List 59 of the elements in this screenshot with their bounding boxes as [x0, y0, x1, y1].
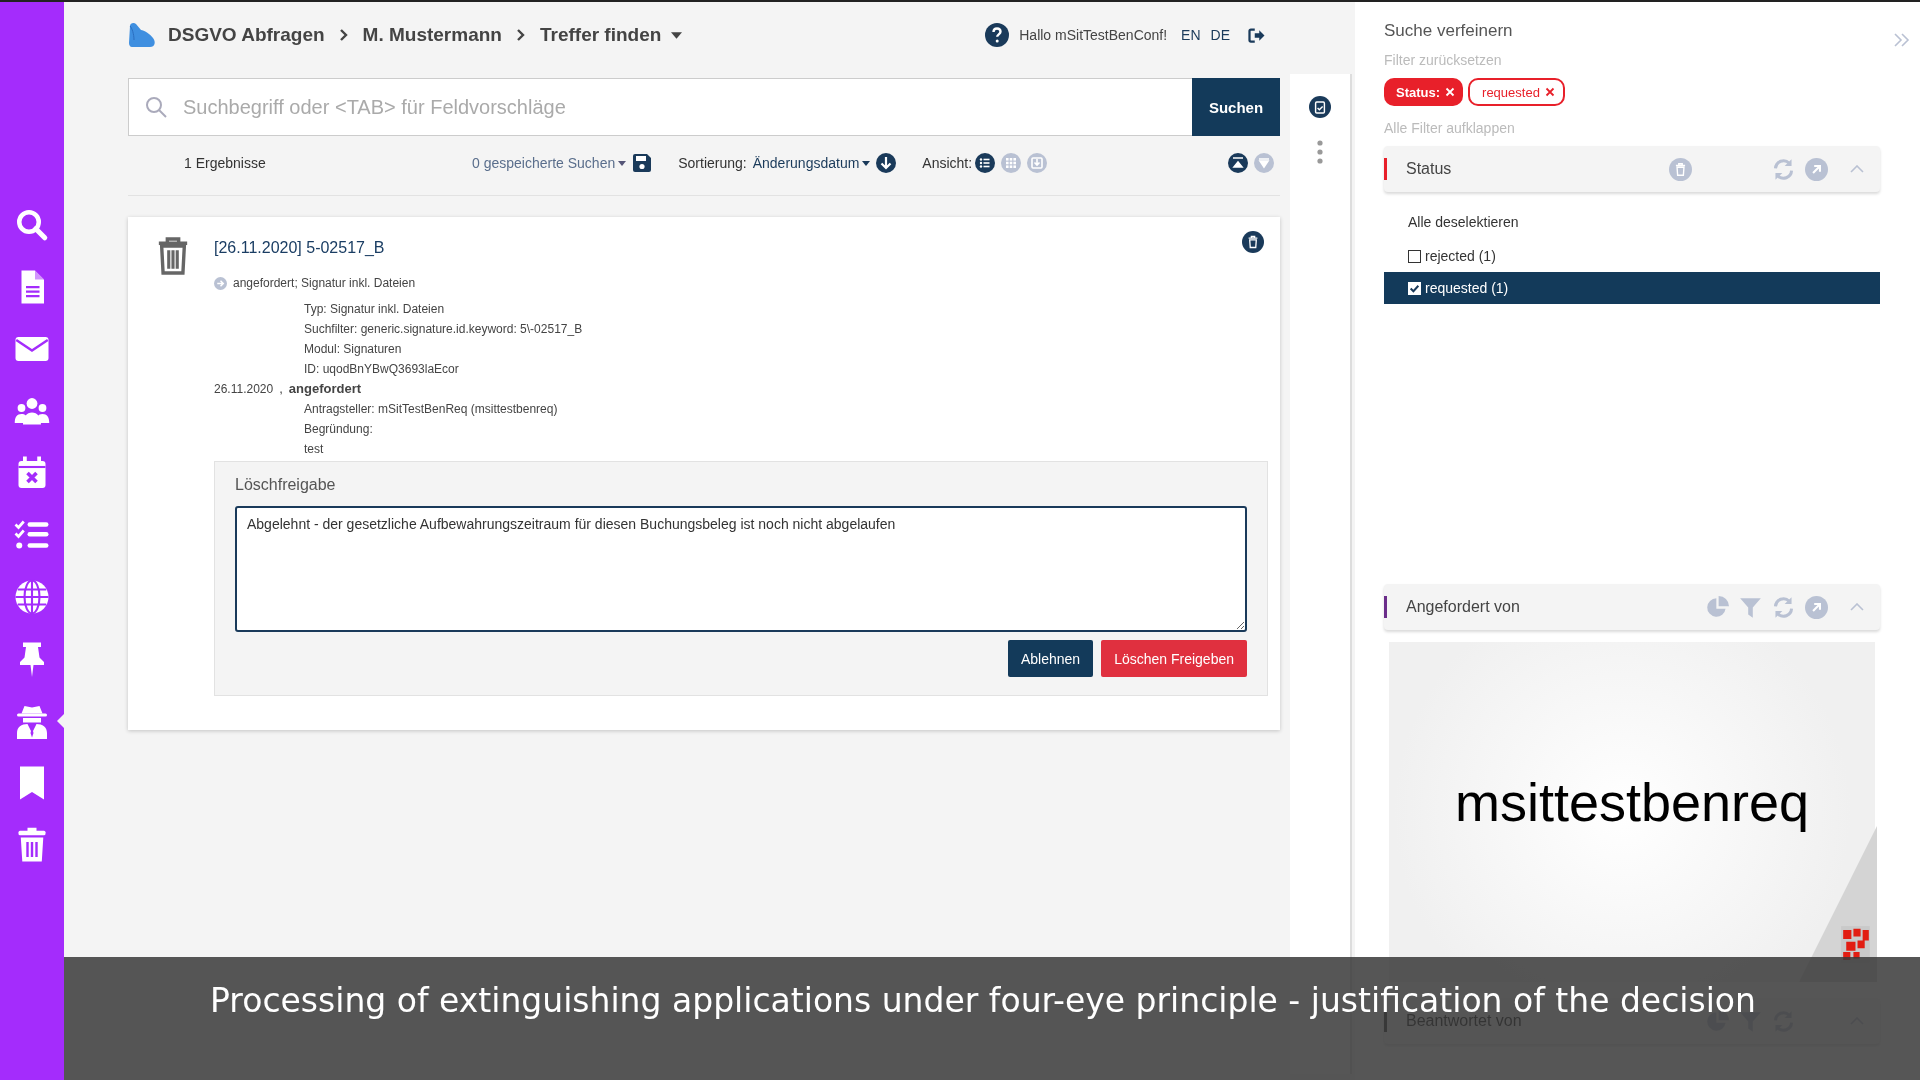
sort-descending-icon[interactable]	[876, 153, 897, 173]
caret-icon[interactable]	[862, 160, 871, 166]
approve-delete-button[interactable]: Löschen Freigeben	[1101, 640, 1247, 677]
filter-chip[interactable]: requested	[1468, 78, 1565, 106]
language-link[interactable]: DE	[1210, 27, 1230, 43]
justification-field[interactable]: Abgelehnt - der gesetzliche Aufbewahrungszeitraum für diesen Buchungsbeleg ist noch nicht abgelaufen	[235, 506, 1247, 632]
greeting-text: Hallo mSitTestBenConf!	[1019, 27, 1168, 43]
search-icon	[14, 207, 50, 243]
saved-searches-dropdown[interactable]: 0 gespeicherte Suchen	[472, 155, 616, 171]
result-summary: angefordert; Signatur inkl. Dateien	[233, 275, 416, 292]
breadcrumb-link[interactable]: M. Mustermann	[362, 24, 502, 46]
help-icon[interactable]	[985, 23, 1010, 47]
event-detail-text: Antragsteller: mSitTestBenReq (msittestbenreq)	[304, 401, 559, 418]
separator-text: ,	[279, 381, 283, 396]
delete-icon[interactable]	[1242, 231, 1264, 253]
save-icon[interactable]	[632, 153, 653, 173]
event-status: angefordert	[288, 381, 362, 396]
chevron-right-icon	[515, 28, 526, 42]
approval-title: Löschfreigabe	[235, 476, 337, 494]
event-detail-text: Begründung:	[304, 421, 374, 438]
language-link[interactable]: EN	[1181, 27, 1201, 43]
sort-dropdown[interactable]: Änderungsdatum	[752, 155, 860, 171]
detail-text: Typ: Signatur inkl. Dateien	[304, 301, 446, 318]
breadcrumb-link[interactable]: DSGVO Abfragen	[168, 24, 325, 46]
arrow-right-icon	[214, 276, 227, 290]
globe-icon	[14, 579, 50, 615]
deselect-all-link[interactable]: Alle deselektieren	[1384, 214, 1880, 230]
result-title-link[interactable]: [26.11.2020] 5-02517_B	[214, 239, 1268, 257]
filter-option[interactable]: rejected (1)	[1384, 240, 1880, 272]
caret-icon[interactable]	[671, 31, 683, 39]
event-date: 26.11.2020	[214, 381, 274, 398]
logout-icon[interactable]	[1248, 27, 1266, 43]
search-field[interactable]: Suchbegriff oder <TAB> für Feldvorschläge	[128, 78, 1192, 136]
search-icon	[144, 95, 168, 119]
detail-text: ID: uqodBnYBwQ3693laEcor	[304, 361, 460, 378]
result-count: 1 Ergebnisse	[184, 155, 267, 171]
chevron-right-icon	[338, 28, 349, 42]
collapse-all-icon[interactable]	[1228, 153, 1248, 173]
filter-chip[interactable]: Status:	[1384, 78, 1464, 106]
spy-icon	[14, 703, 50, 739]
clipboard-icon[interactable]	[1309, 96, 1331, 118]
close-icon[interactable]	[1544, 87, 1555, 97]
more-icon[interactable]	[1317, 140, 1323, 164]
logo-icon	[128, 21, 158, 49]
reject-button[interactable]: Ablehnen	[1007, 640, 1094, 677]
detail-text: Modul: Signaturen	[304, 341, 403, 358]
filter-option[interactable]: requested (1)	[1384, 272, 1880, 304]
sort-label: Sortierung:	[678, 155, 747, 171]
view-label: Ansicht:	[922, 155, 973, 171]
panel-title: Suche verfeinern	[1384, 21, 1513, 41]
chart-label: msittestbenreq	[1454, 771, 1810, 833]
trash-icon	[156, 235, 190, 277]
caret-icon[interactable]	[618, 160, 627, 166]
breadcrumb-link[interactable]: Treffer finden	[539, 24, 662, 46]
search-button[interactable]: Suchen	[1192, 78, 1280, 136]
detail-text: Suchfilter: generic.signature.id.keyword: 5\-02517_B	[304, 321, 584, 338]
checkbox[interactable]	[1408, 249, 1421, 263]
list-view-icon[interactable]	[975, 153, 996, 173]
event-detail-text: test	[304, 441, 325, 458]
